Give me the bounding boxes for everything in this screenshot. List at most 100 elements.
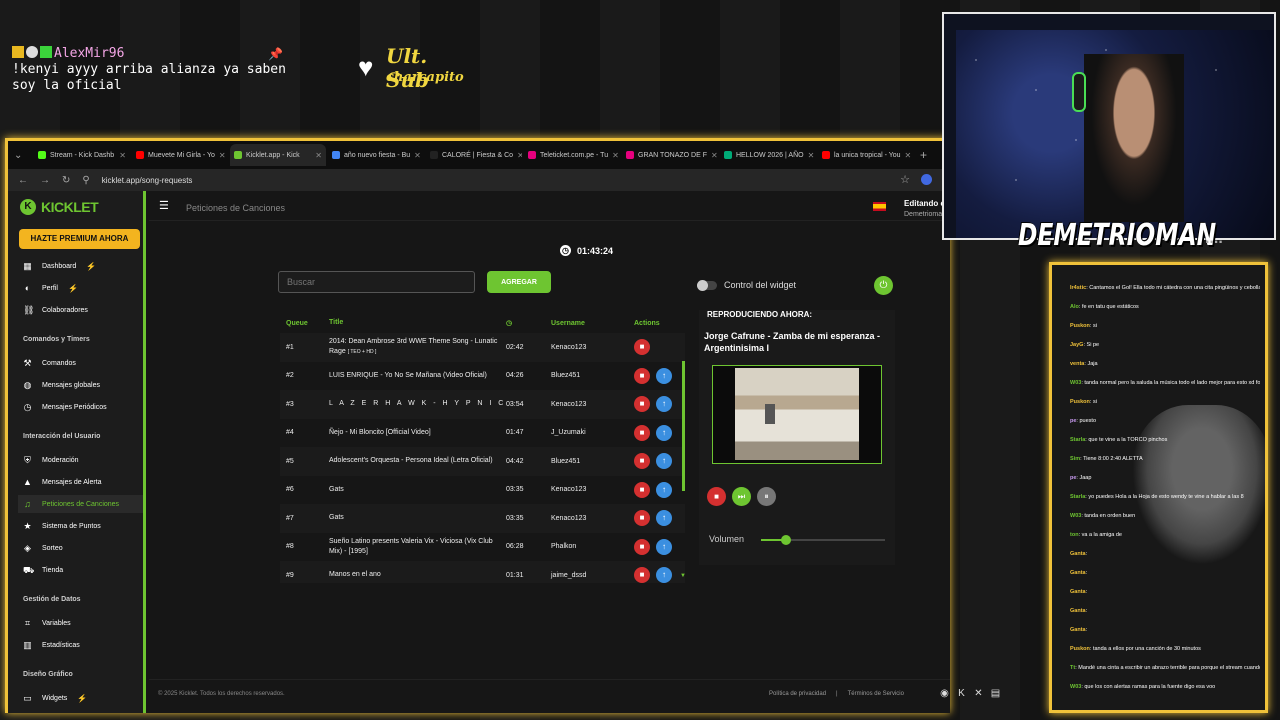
column-username: Username bbox=[551, 319, 585, 327]
tab-label: Stream - Kick Dashb bbox=[50, 151, 115, 159]
sidebar-item-sistema-de-puntos[interactable]: ★ Sistema de Puntos bbox=[23, 519, 143, 533]
move-up-button[interactable]: ↑ bbox=[656, 538, 672, 555]
widget-control-toggle[interactable] bbox=[697, 280, 717, 291]
browser-tab[interactable]: Muevete Mi Girla - Yo ✕ bbox=[132, 144, 228, 166]
song-duration: 03:54 bbox=[506, 400, 524, 408]
discord-icon[interactable]: ◉ bbox=[939, 688, 950, 699]
tab-close-icon[interactable]: ✕ bbox=[219, 151, 226, 160]
sidebar-item-mensajes-globales[interactable]: ◍ Mensajes globales bbox=[23, 378, 143, 392]
browser-tab[interactable]: GRAN TONAZO DE F ✕ bbox=[622, 144, 718, 166]
tab-close-icon[interactable]: ✕ bbox=[808, 151, 815, 160]
sidebar-item-moderaci-n[interactable]: ⛨ Moderación bbox=[23, 453, 143, 467]
tab-close-icon[interactable]: ✕ bbox=[905, 151, 912, 160]
browser-tab[interactable]: Kicklet.app - Kick ✕ bbox=[230, 144, 326, 166]
search-input[interactable] bbox=[278, 271, 475, 293]
volume-slider[interactable] bbox=[761, 535, 885, 545]
sidebar-item-tienda[interactable]: ⛟ Tienda bbox=[23, 563, 143, 577]
table-scrollbar[interactable] bbox=[682, 361, 685, 491]
social-icons: ◉ K ✕ ▤ bbox=[939, 688, 1001, 699]
stop-button[interactable]: ■ bbox=[707, 487, 726, 506]
privacy-link[interactable]: Política de privacidad bbox=[769, 691, 826, 697]
tab-search-icon[interactable]: ⌄ bbox=[14, 150, 32, 161]
video-player[interactable] bbox=[712, 365, 882, 464]
browser-tab[interactable]: la unica tropical - You ✕ bbox=[818, 144, 914, 166]
url-text[interactable]: kicklet.app/song-requests bbox=[102, 176, 193, 185]
power-icon[interactable]: ⏻ bbox=[874, 276, 893, 295]
kicklet-logo-icon: K bbox=[20, 199, 36, 215]
sidebar-item-comandos[interactable]: ⚒ Comandos bbox=[23, 356, 143, 370]
tab-label: Muevete Mi Girla - Yo bbox=[148, 151, 215, 159]
sidebar-item-colaboradores[interactable]: ⛓ Colaboradores bbox=[23, 303, 143, 317]
profile-avatar[interactable] bbox=[921, 174, 932, 185]
sidebar-item-perfil[interactable]: ◐ Perfil ⚡ bbox=[23, 281, 143, 295]
move-up-button[interactable]: ↑ bbox=[656, 567, 672, 583]
move-up-button[interactable]: ↑ bbox=[656, 481, 672, 498]
delete-button[interactable]: ■ bbox=[634, 510, 650, 527]
premium-button[interactable]: HAZTE PREMIUM AHORA bbox=[19, 229, 140, 249]
delete-button[interactable]: ■ bbox=[634, 424, 650, 441]
grid-icon: ▦ bbox=[23, 260, 32, 271]
tab-close-icon[interactable]: ✕ bbox=[711, 151, 718, 160]
move-up-button[interactable]: ↑ bbox=[656, 396, 672, 413]
site-info-icon[interactable]: ⚲ bbox=[82, 175, 89, 186]
sidebar: K KICKLET HAZTE PREMIUM AHORA ▦ Dashboard… bbox=[8, 191, 146, 713]
reload-icon[interactable]: ↻ bbox=[62, 175, 70, 186]
sidebar-item-sorteo[interactable]: ◈ Sorteo bbox=[23, 541, 143, 555]
tab-close-icon[interactable]: ✕ bbox=[517, 151, 522, 160]
tab-label: HELLOW 2026 | AÑO bbox=[736, 151, 804, 159]
kick-chat-text: tanda a ellos por una canción de 30 minu… bbox=[1092, 646, 1201, 652]
kicklet-logo[interactable]: K KICKLET bbox=[20, 199, 99, 215]
gift-icon: ◈ bbox=[24, 542, 31, 553]
song-title-text: LUIS ENRIQUE - Yo No Se Mañana (Video Of… bbox=[329, 371, 487, 379]
move-up-button[interactable]: ↑ bbox=[656, 367, 672, 384]
tab-close-icon[interactable]: ✕ bbox=[315, 151, 322, 160]
browser-tab[interactable]: Teleticket.com.pe - Tu ✕ bbox=[524, 144, 620, 166]
sidebar-item-estad-sticas[interactable]: ▥ Estadísticas bbox=[23, 638, 143, 652]
code-icon: ⌗ bbox=[24, 617, 31, 628]
tab-close-icon[interactable]: ✕ bbox=[612, 151, 619, 160]
x-icon[interactable]: ✕ bbox=[973, 688, 984, 699]
sidebar-item-mensajes-peri-dicos[interactable]: ◷ Mensajes Periódicos bbox=[23, 400, 143, 414]
new-tab-icon[interactable]: + bbox=[920, 148, 927, 162]
add-song-button[interactable]: AGREGAR bbox=[487, 271, 551, 293]
sidebar-section-title: Gestión de Datos bbox=[23, 596, 81, 603]
volume-knob[interactable] bbox=[780, 535, 791, 545]
table-row: #2 LUIS ENRIQUE - Yo No Se Mañana (Video … bbox=[280, 362, 685, 391]
sidebar-item-dashboard[interactable]: ▦ Dashboard ⚡ bbox=[23, 259, 143, 273]
browser-tab[interactable]: CALORÉ | Fiesta & Co ✕ bbox=[426, 144, 522, 166]
tab-close-icon[interactable]: ✕ bbox=[414, 151, 421, 160]
sidebar-item-mensajes-de-alerta[interactable]: ▲ Mensajes de Alerta bbox=[23, 475, 143, 489]
music-icon: ♫ bbox=[24, 498, 31, 509]
scroll-down-icon[interactable]: ▼ bbox=[680, 573, 686, 579]
sidebar-item-widgets[interactable]: ▭ Widgets ⚡ bbox=[23, 691, 143, 705]
pause-button[interactable]: ⏸ bbox=[757, 487, 776, 506]
kick-chat-text: tanda normal pero la saluda la música to… bbox=[1084, 380, 1260, 386]
docs-icon[interactable]: ▤ bbox=[990, 688, 1001, 699]
delete-button[interactable]: ■ bbox=[634, 481, 650, 498]
browser-tab[interactable]: Stream - Kick Dashb ✕ bbox=[34, 144, 130, 166]
kick-chat-line: Puskon: tanda a ellos por una canción de… bbox=[1070, 646, 1201, 652]
delete-button[interactable]: ■ bbox=[634, 538, 650, 555]
browser-tab[interactable]: HELLOW 2026 | AÑO ✕ bbox=[720, 144, 816, 166]
delete-button[interactable]: ■ bbox=[634, 339, 650, 356]
move-up-button[interactable]: ↑ bbox=[656, 453, 672, 470]
move-up-button[interactable]: ↑ bbox=[656, 424, 672, 441]
kick-icon[interactable]: K bbox=[956, 688, 967, 699]
menu-toggle-icon[interactable]: ☰ bbox=[159, 199, 169, 212]
delete-button[interactable]: ■ bbox=[634, 396, 650, 413]
delete-button[interactable]: ■ bbox=[634, 453, 650, 470]
forward-icon[interactable]: → bbox=[40, 175, 50, 186]
terms-link[interactable]: Términos de Servicio bbox=[848, 691, 904, 697]
skip-button[interactable]: ⏭ bbox=[732, 487, 751, 506]
tab-favicon-icon bbox=[136, 151, 144, 159]
sidebar-item-peticiones-de-canciones[interactable]: ♫ Peticiones de Canciones bbox=[18, 495, 143, 513]
sidebar-item-variables[interactable]: ⌗ Variables bbox=[23, 616, 143, 630]
browser-tab[interactable]: año nuevo fiesta - Bu ✕ bbox=[328, 144, 424, 166]
delete-button[interactable]: ■ bbox=[634, 567, 650, 583]
move-up-button[interactable]: ↑ bbox=[656, 510, 672, 527]
tab-close-icon[interactable]: ✕ bbox=[119, 151, 126, 160]
delete-button[interactable]: ■ bbox=[634, 367, 650, 384]
language-flag-icon[interactable] bbox=[873, 202, 886, 211]
bookmark-star-icon[interactable]: ☆ bbox=[900, 173, 910, 186]
back-icon[interactable]: ← bbox=[18, 175, 28, 186]
